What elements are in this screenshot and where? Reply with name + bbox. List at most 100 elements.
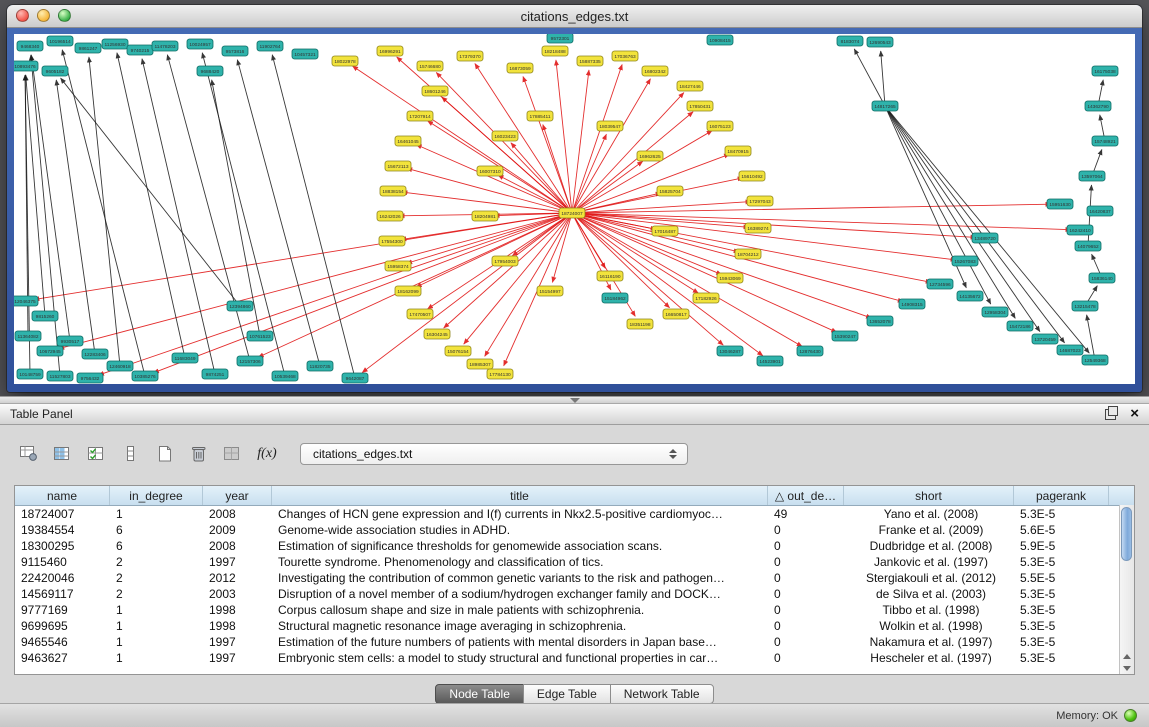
scrollbar-thumb[interactable] (1121, 507, 1132, 561)
graph-edge[interactable] (167, 55, 250, 361)
graph-node[interactable]: 16996291 (377, 46, 403, 56)
graph-node[interactable]: 10761523 (247, 331, 273, 341)
table-row[interactable]: 1938455462009Genome-wide association stu… (15, 522, 1134, 538)
graph-node[interactable]: 16116190 (597, 271, 623, 281)
graph-node[interactable]: 11478203 (152, 41, 178, 51)
graph-edge[interactable] (572, 131, 712, 213)
graph-node[interactable]: 17885411 (527, 111, 553, 121)
graph-node[interactable]: 18838154 (380, 186, 406, 196)
graph-node[interactable]: 9861247 (75, 43, 101, 53)
graph-edge[interactable] (272, 55, 355, 378)
row-options-button[interactable] (116, 440, 146, 468)
column-header-year[interactable]: year (203, 486, 272, 505)
graph-node[interactable]: 10385276 (132, 371, 158, 381)
graph-node[interactable]: 17036763 (612, 51, 638, 61)
graph-edge[interactable] (572, 79, 650, 213)
graph-node[interactable]: 18162099 (395, 286, 421, 296)
zoom-window-button[interactable] (58, 9, 71, 22)
close-window-button[interactable] (16, 9, 29, 22)
graph-node[interactable]: 11256930 (102, 39, 128, 49)
splitter-handle-icon[interactable] (570, 398, 580, 403)
graph-edge[interactable] (881, 51, 885, 106)
column-header-in_degree[interactable]: in_degree (110, 486, 203, 505)
graph-edge[interactable] (1087, 315, 1095, 360)
tab-edge-table[interactable]: Edge Table (523, 684, 611, 704)
graph-node[interactable]: 17554300 (379, 236, 405, 246)
network-canvas[interactable]: 1602342317885411180395471696262515825704… (14, 34, 1135, 384)
graph-node[interactable]: 9874251 (202, 369, 228, 379)
graph-node[interactable]: 15748921 (1092, 136, 1118, 146)
graph-node[interactable]: 9740215 (127, 45, 153, 55)
graph-node[interactable]: 16007310 (477, 166, 503, 176)
graph-node[interactable]: 12958304 (982, 307, 1008, 317)
graph-node[interactable]: 16461045 (395, 136, 421, 146)
graph-node[interactable]: 17784130 (487, 369, 513, 379)
graph-edge[interactable] (202, 53, 285, 376)
graph-node[interactable]: 12876430 (797, 346, 823, 356)
graph-node[interactable]: 10196514 (47, 36, 73, 46)
graph-node[interactable]: 16242410 (1067, 225, 1093, 235)
graph-node[interactable]: 12549368 (1082, 355, 1108, 365)
graph-node[interactable]: 9756432 (77, 373, 103, 383)
graph-edge[interactable] (552, 213, 572, 282)
graph-node[interactable]: 14362790 (1085, 101, 1111, 111)
network-svg[interactable]: 1602342317885411180395471696262515825704… (14, 34, 1135, 384)
graph-node[interactable]: 12283406 (82, 349, 108, 359)
close-panel-button[interactable]: × (1130, 407, 1139, 421)
graph-node[interactable]: 13046287 (717, 346, 743, 356)
graph-node[interactable]: 9642087 (342, 373, 368, 383)
graph-node[interactable]: 13597064 (1079, 171, 1105, 181)
graph-hub-node[interactable]: 18724007 (559, 208, 585, 218)
graph-edge[interactable] (31, 55, 60, 376)
graph-node[interactable]: 15943069 (717, 273, 743, 283)
graph-node[interactable]: 16242026 (377, 211, 403, 221)
graph-node[interactable]: 16175038 (1092, 66, 1118, 76)
table-row[interactable]: 1456911722003Disruption of a novel membe… (15, 586, 1134, 602)
graph-node[interactable]: 15887335 (577, 56, 603, 66)
window-titlebar[interactable]: citations_edges.txt (7, 5, 1142, 28)
table-selector-combobox[interactable]: citations_edges.txt (300, 443, 688, 465)
graph-node[interactable]: 12157306 (237, 356, 263, 366)
graph-edge[interactable] (99, 213, 572, 375)
graph-node[interactable]: 11364082 (15, 331, 41, 341)
graph-node[interactable]: 17954003 (492, 256, 518, 266)
graph-node[interactable]: 10539468 (272, 371, 298, 381)
graph-node[interactable]: 17016487 (652, 226, 678, 236)
tab-network-table[interactable]: Network Table (610, 684, 714, 704)
graph-node[interactable]: 12394860 (227, 301, 253, 311)
graph-node[interactable]: 15746680 (417, 61, 443, 71)
graph-node[interactable]: 18039547 (597, 121, 623, 131)
graph-node[interactable]: 15836140 (1089, 273, 1115, 283)
graph-node[interactable]: 12734596 (927, 279, 953, 289)
delete-column-button[interactable] (184, 440, 214, 468)
graph-node[interactable]: 15154997 (537, 286, 563, 296)
graph-node[interactable]: 16962625 (637, 151, 663, 161)
graph-node[interactable]: 14079652 (1075, 241, 1101, 251)
graph-edge[interactable] (436, 72, 572, 213)
graph-edge[interactable] (56, 80, 95, 354)
graph-node[interactable]: 17850431 (687, 101, 713, 111)
graph-node[interactable]: 17182926 (693, 293, 719, 303)
show-columns-button[interactable] (48, 440, 78, 468)
graph-node[interactable]: 16420837 (1087, 206, 1113, 216)
graph-node[interactable]: 12460918 (107, 361, 133, 371)
graph-node[interactable]: 18351198 (627, 319, 653, 329)
graph-edge[interactable] (237, 60, 320, 366)
scroll-up-button[interactable] (1120, 650, 1134, 662)
graph-node[interactable]: 15951630 (1047, 199, 1073, 209)
graph-node[interactable]: 10148759 (17, 369, 43, 379)
graph-node[interactable]: 14523901 (757, 356, 783, 366)
graph-node[interactable]: 18470915 (725, 146, 751, 156)
graph-node[interactable]: 16075123 (707, 121, 733, 131)
graph-node[interactable]: 14687023 (1057, 345, 1083, 355)
graph-node[interactable]: 10457321 (292, 49, 318, 59)
graph-node[interactable]: 8183074 (837, 36, 863, 46)
graph-node[interactable]: 13215478 (1072, 301, 1098, 311)
graph-node[interactable]: 9688420 (197, 66, 223, 76)
graph-node[interactable]: 15610492 (739, 171, 765, 181)
graph-node[interactable]: 17470507 (407, 309, 433, 319)
graph-edge[interactable] (572, 112, 693, 213)
graph-edge[interactable] (258, 213, 572, 357)
graph-node[interactable]: 15390247 (832, 331, 858, 341)
graph-node[interactable]: 18204981 (472, 211, 498, 221)
